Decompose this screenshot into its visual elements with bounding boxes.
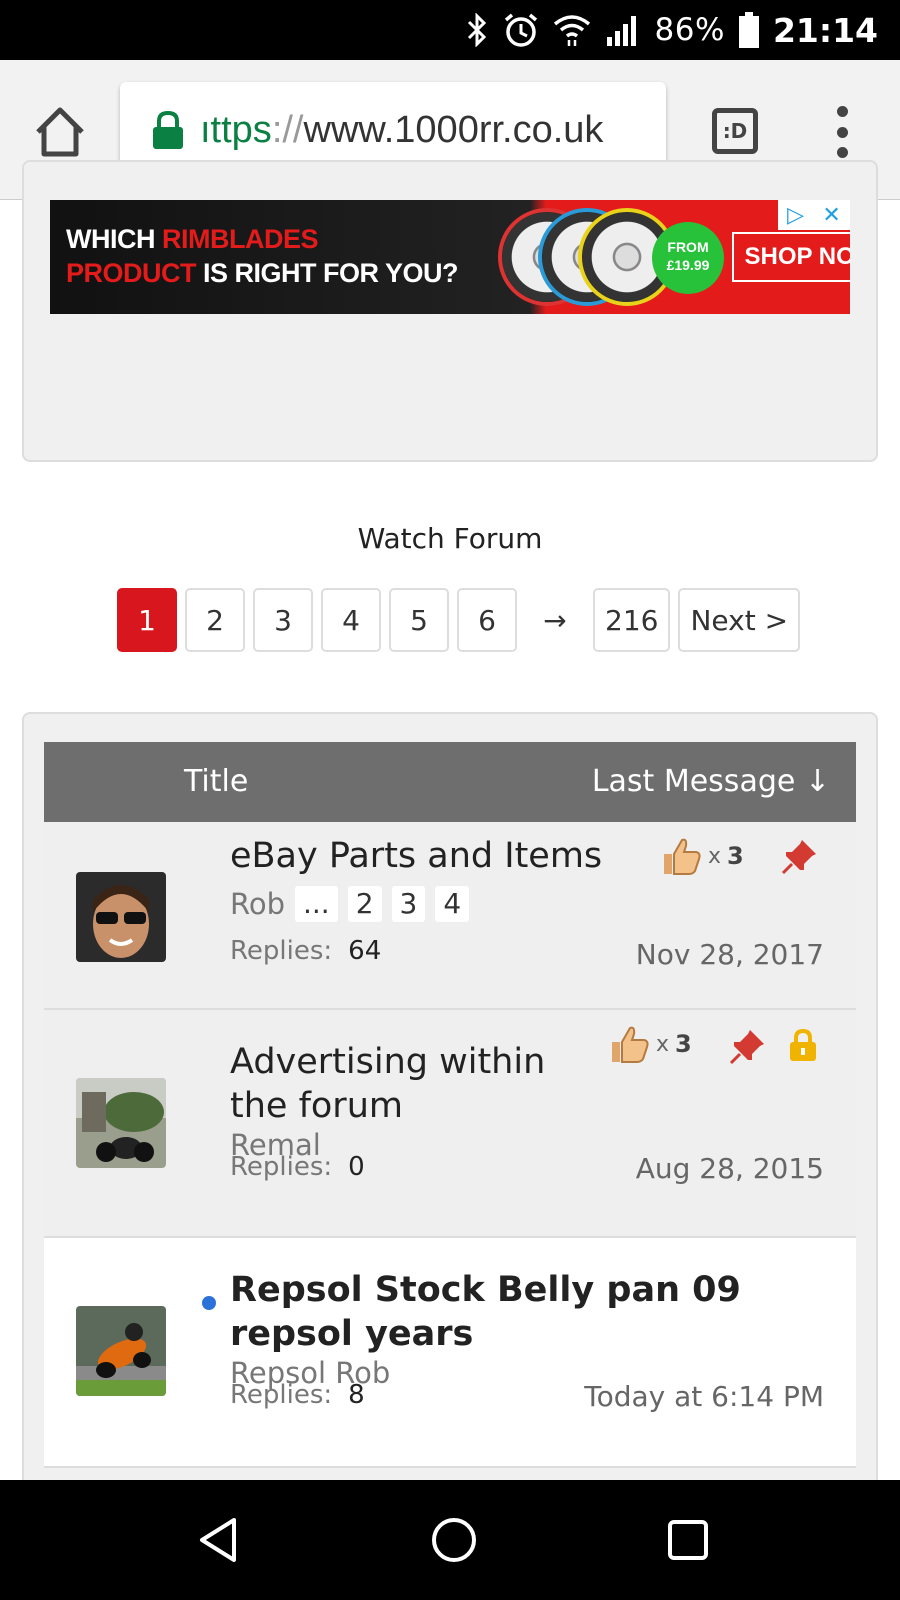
battery-percent: 86% [654,12,725,48]
likes-count: 3 [675,1030,692,1058]
replies-value: 8 [348,1380,365,1410]
thread-page-link[interactable]: 3 [391,886,426,922]
page-skip-arrow[interactable]: → [525,588,585,652]
url-host: www.1000rr.co.uk [303,108,604,151]
ad-controls: ▷ ✕ [778,200,850,230]
page-link[interactable]: 5 [389,588,449,652]
tab-switcher-label: :D [722,119,748,143]
ad-from-label: FROM [667,239,709,255]
ad-headline: WHICH RIMBLADES PRODUCT IS RIGHT FOR YOU… [66,222,459,290]
ad-text: RIMBLADES [161,224,319,254]
page-link[interactable]: 2 [185,588,245,652]
replies-count: Replies: 0 [230,1152,365,1182]
watch-forum-link[interactable]: Watch Forum [0,522,900,555]
replies-label: Replies: [230,936,333,966]
locked-icon [790,1028,816,1061]
adchoices-icon[interactable]: ▷ [787,203,804,228]
replies-label: Replies: [230,1152,333,1182]
page-link-last[interactable]: 216 [593,588,671,652]
status-bar: 86% 21:14 [0,0,900,60]
ad-text: IS RIGHT FOR YOU? [196,258,459,288]
last-message-date[interactable]: Aug 28, 2015 [636,1152,824,1185]
avatar[interactable] [76,872,166,962]
close-icon[interactable]: ✕ [822,203,840,228]
recent-apps-icon[interactable] [668,1520,708,1560]
thread-row[interactable]: eBay Parts and Items Rob ... 2 3 4 Repli… [44,822,856,1010]
avatar[interactable] [76,1078,166,1168]
replies-count: Replies: 64 [230,936,381,966]
replies-label: Replies: [230,1380,333,1410]
thread-row[interactable]: Repsol Stock Belly pan 09 repsol years R… [44,1238,856,1468]
thumbs-up-icon [664,838,701,875]
bluetooth-icon [465,13,489,47]
url-scheme: ıttps [200,108,272,151]
pagination: 1 2 3 4 5 6 → 216 Next > [117,588,801,652]
last-message-date[interactable]: Nov 28, 2017 [636,938,824,971]
page-link[interactable]: 6 [457,588,517,652]
ad-price-badge: FROM £19.99 [652,222,724,294]
wifi-icon [553,13,591,47]
thread-list-header: Title Last Message ↓ [44,742,856,822]
home-icon[interactable] [32,104,88,160]
thumbs-up-icon [612,1026,649,1063]
last-message-date[interactable]: Today at 6:14 PM [584,1380,824,1413]
signal-icon [605,13,641,47]
page-link[interactable]: 1 [117,588,177,652]
back-icon[interactable] [196,1516,240,1564]
likes-indicator: x 3 [608,1024,692,1064]
thread-author-line: Rob ... 2 3 4 [230,886,470,922]
likes-indicator: x 3 [660,836,744,876]
thread-title[interactable]: Advertising within the forum [230,1040,590,1128]
page-link[interactable]: 3 [253,588,313,652]
likes-count: 3 [727,842,744,870]
likes-prefix: x [708,843,722,869]
alarm-icon [503,12,539,48]
ad-price: £19.99 [666,257,710,273]
page-link[interactable]: 4 [321,588,381,652]
android-nav-bar [0,1480,900,1600]
ad-banner[interactable]: WHICH RIMBLADES PRODUCT IS RIGHT FOR YOU… [50,200,850,314]
ad-text: PRODUCT [66,258,197,288]
lock-icon [153,110,183,149]
url-separator: :// [271,108,304,151]
replies-value: 0 [348,1152,365,1182]
tab-switcher-button[interactable]: :D [712,108,758,154]
sort-by-last-message[interactable]: Last Message ↓ [592,764,830,799]
battery-icon [738,12,759,48]
likes-prefix: x [656,1031,670,1057]
sort-by-title[interactable]: Title [184,764,248,799]
replies-count: Replies: 8 [230,1380,365,1410]
thread-title[interactable]: Repsol Stock Belly pan 09 repsol years [230,1268,830,1356]
thread-page-link[interactable]: 4 [435,886,470,922]
avatar[interactable] [76,1306,166,1396]
thread-page-link[interactable]: ... [295,886,338,922]
sticky-pin-icon [729,1030,764,1065]
overflow-menu-icon[interactable] [830,106,854,158]
shop-now-button[interactable]: SHOP NOW [732,232,850,282]
ad-text: WHICH [66,224,162,254]
thread-author[interactable]: Rob [230,887,285,921]
thread-row[interactable]: Advertising within the forum Remal Repli… [44,1010,856,1238]
replies-value: 64 [348,936,382,966]
thread-page-link[interactable]: 2 [347,886,382,922]
thread-title[interactable]: eBay Parts and Items [230,834,630,878]
home-circle-icon[interactable] [432,1518,476,1562]
url-text[interactable]: ıttps://www.1000rr.co.uk [200,109,603,152]
next-page-button[interactable]: Next > [678,588,801,652]
sticky-pin-icon [781,840,816,875]
unread-indicator-icon [202,1296,216,1310]
clock: 21:14 [772,10,878,50]
